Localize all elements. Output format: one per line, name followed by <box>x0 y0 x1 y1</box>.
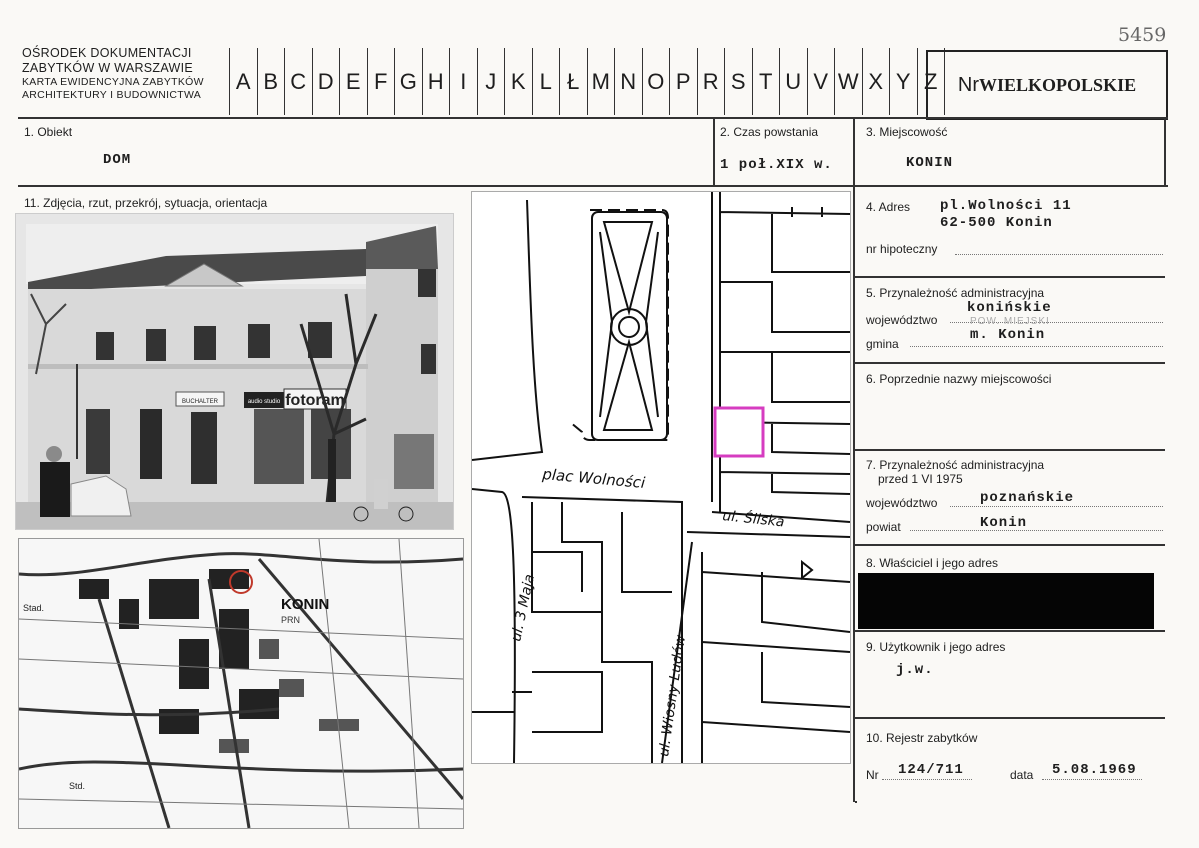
letter-cell: D <box>311 48 340 115</box>
letter-cell: U <box>779 48 807 115</box>
institution-line3: KARTA EWIDENCYJNA ZABYTKÓW <box>22 76 204 88</box>
institution-line2: ZABYTKÓW W WARSZAWIE <box>22 61 194 75</box>
letter-cell: Ł <box>559 48 587 115</box>
gmina-value: m. Konin <box>970 327 1046 343</box>
uzytkownik-label: 9. Użytkownik i jego adres <box>866 640 1006 654</box>
site-plan: plac Wolności ul. Śliska ul. 3 Maja ul. … <box>471 191 851 764</box>
wojewodztwo75-label: województwo <box>866 496 938 510</box>
czas-label: 2. Czas powstania <box>720 125 819 139</box>
photo-sign-audio: audio studio <box>248 399 281 405</box>
map-label-stad: Stad. <box>23 603 44 613</box>
hipoteczny-label: nr hipoteczny <box>866 242 938 256</box>
obiekt-value: DOM <box>103 152 132 168</box>
letter-cell: R <box>696 48 725 115</box>
zdjecia-label: 11. Zdjęcia, rzut, przekrój, sytuacja, o… <box>24 196 268 210</box>
letter-cell: V <box>806 48 835 115</box>
adres-label: 4. Adres <box>866 200 911 214</box>
letter-cell: N <box>614 48 642 115</box>
letter-cell: C <box>284 48 312 115</box>
rejestr-data-value: 5.08.1969 <box>1052 762 1137 778</box>
nr-box: Nr WIELKOPOLSKIE <box>926 50 1168 120</box>
gmina-note: POW. MIEJSKI <box>970 316 1050 327</box>
corner-number: 5459 <box>1118 24 1167 46</box>
rejestr-nr-value: 124/711 <box>898 762 964 778</box>
letter-cell: Y <box>889 48 917 115</box>
uzytkownik-value: j.w. <box>896 662 934 678</box>
nr-value: WIELKOPOLSKIE <box>979 74 1137 95</box>
wlasciciel-label: 8. Właściciel i jego adres <box>866 556 999 570</box>
institution-line4: ARCHITEKTURY I BUDOWNICTWA <box>22 89 202 101</box>
miejscowosc-value: KONIN <box>906 155 954 171</box>
adres-line1: pl.Wolności 11 <box>940 198 1072 214</box>
letter-cell: B <box>256 48 285 115</box>
letter-cell: A <box>229 48 257 115</box>
miejscowosc-label: 3. Miejscowość <box>866 125 948 139</box>
rejestr-nr-label: Nr <box>866 768 879 782</box>
letter-cell: E <box>339 48 367 115</box>
letter-cell: G <box>394 48 422 115</box>
adres-line2: 62-500 Konin <box>940 215 1053 231</box>
wojewodztwo-label: województwo <box>866 313 938 327</box>
rejestr-label: 10. Rejestr zabytków <box>866 731 978 745</box>
map-label-std: Std. <box>69 781 85 791</box>
powiat-value: Konin <box>980 515 1028 531</box>
institution-line1: OŚRODEK DOKUMENTACJI <box>22 46 192 60</box>
wojewodztwo75-value: poznańskie <box>980 490 1075 506</box>
letter-cell: K <box>504 48 532 115</box>
obiekt-label: 1. Obiekt <box>24 125 73 139</box>
map-town-name: KONIN <box>281 596 329 613</box>
map-town-sub: PRN <box>281 615 300 625</box>
letter-index: ABCDEFGHIJKLŁMNOPRSTUVWXYZ <box>229 48 945 115</box>
letter-cell: H <box>421 48 450 115</box>
letter-cell: X <box>861 48 890 115</box>
photo-sign-left: BUCHALTER <box>182 399 219 405</box>
city-map: KONIN PRN Stad. Std. <box>18 538 465 829</box>
letter-cell: F <box>366 48 395 115</box>
letter-cell: M <box>586 48 615 115</box>
letter-cell: T <box>751 48 780 115</box>
letter-cell: L <box>531 48 560 115</box>
admin75-label-line1: 7. Przynależność administracyjna <box>866 458 1045 472</box>
letter-cell: S <box>724 48 752 115</box>
admin-label: 5. Przynależność administracyjna <box>866 286 1045 300</box>
letter-cell: O <box>641 48 670 115</box>
building-photo: BUCHALTER audio studio fotoram <box>15 213 454 530</box>
letter-cell: W <box>834 48 862 115</box>
redaction-block <box>858 573 1154 629</box>
letter-cell: J <box>476 48 505 115</box>
photo-sign-foto: fotoram <box>285 392 345 409</box>
powiat-label: powiat <box>866 520 901 534</box>
gmina-label: gmina <box>866 337 899 351</box>
nr-label: Nr <box>957 73 980 96</box>
wojewodztwo-value: konińskie <box>967 300 1052 316</box>
rejestr-data-label: data <box>1010 768 1034 782</box>
institution-block: OŚRODEK DOKUMENTACJI ZABYTKÓW W WARSZAWI… <box>22 46 227 102</box>
letter-cell: I <box>449 48 477 115</box>
admin75-label-line2: przed 1 VI 1975 <box>878 472 963 486</box>
letter-cell: P <box>669 48 697 115</box>
poprzednie-label: 6. Poprzednie nazwy miejscowości <box>866 372 1052 386</box>
czas-value: 1 poł.XIX w. <box>720 157 833 173</box>
